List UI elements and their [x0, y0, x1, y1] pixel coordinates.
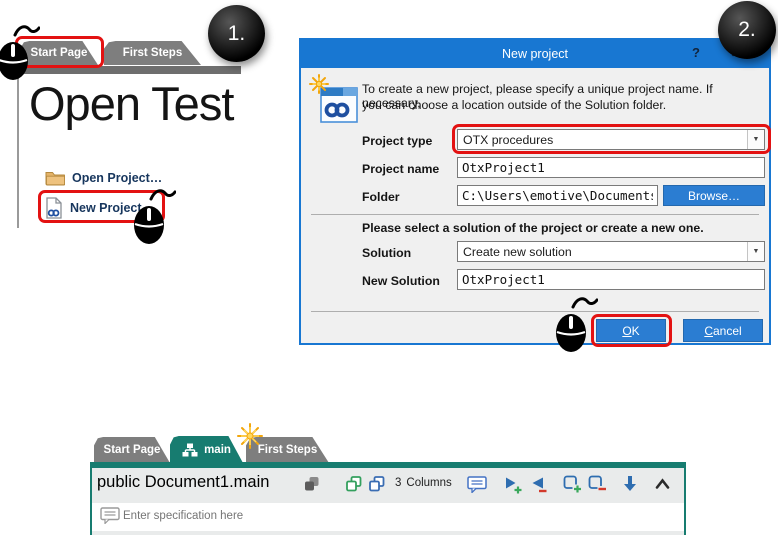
ok-button-label: OK [622, 324, 639, 338]
mouse-cursor-icon [130, 188, 176, 246]
stacked-squares-gray-icon[interactable] [303, 475, 321, 493]
new-solution-input[interactable] [457, 269, 765, 290]
tab-editor-start-page-label: Start Page [104, 444, 161, 456]
project-type-value: OTX procedures [463, 133, 553, 147]
new-project-window-icon [309, 74, 359, 128]
stacked-squares-blue-icon[interactable] [368, 475, 386, 493]
dialog-titlebar[interactable]: New project ? ✕ [301, 40, 769, 68]
step-1-badge: 1. [208, 5, 265, 62]
dropdown-arrow-icon[interactable]: ▼ [747, 242, 764, 261]
mouse-cursor-icon [0, 24, 40, 82]
down-arrow-icon[interactable] [622, 474, 638, 492]
new-project-document-icon [45, 197, 63, 219]
specification-comment-icon [100, 507, 121, 524]
tab-editor-main-label: main [204, 444, 231, 456]
browse-button-label: Browse… [688, 189, 740, 203]
procedure-signature: public Document1.main [97, 473, 269, 492]
comment-icon[interactable] [467, 476, 488, 493]
add-node-icon[interactable] [504, 476, 523, 494]
stacked-squares-green-icon[interactable] [345, 475, 363, 493]
new-project-dialog: New project ? ✕ To create a new project,… [299, 38, 771, 345]
dialog-separator [311, 214, 759, 215]
start-page-title: Open Test [29, 76, 233, 131]
folder-label: Folder [362, 190, 400, 204]
browse-button[interactable]: Browse… [663, 185, 765, 206]
add-frame-icon[interactable] [563, 475, 582, 493]
solution-value: Create new solution [463, 245, 572, 259]
dialog-intro-line2: you can choose a location outside of the… [362, 98, 666, 112]
help-button[interactable]: ? [687, 45, 705, 60]
columns-count: 3 [395, 477, 401, 489]
dialog-separator [311, 311, 759, 312]
tab-first-steps[interactable]: First Steps [104, 41, 201, 65]
ok-button[interactable]: OK [596, 319, 666, 342]
remove-node-icon[interactable] [529, 476, 548, 494]
tab-first-steps-label: First Steps [123, 47, 182, 59]
dropdown-arrow-icon[interactable]: ▼ [747, 130, 764, 149]
tutorial-screenshot: { "colors": { "titlebar_blue": "#1877d2"… [0, 0, 778, 535]
project-name-input[interactable] [457, 157, 765, 178]
cancel-button[interactable]: Cancel [683, 319, 763, 342]
cancel-button-label: Cancel [704, 324, 741, 338]
specification-placeholder[interactable]: Enter specification here [123, 510, 243, 522]
tab-editor-main[interactable]: main [170, 436, 243, 463]
remove-frame-icon[interactable] [588, 475, 607, 493]
step-2-badge: 2. [718, 1, 776, 59]
start-tabstrip-bar [17, 66, 241, 74]
solution-combobox[interactable]: Create new solution ▼ [457, 241, 765, 262]
project-type-label: Project type [362, 134, 432, 148]
folder-icon [45, 170, 65, 186]
columns-indicator[interactable]: 3 Columns [395, 477, 452, 489]
new-solution-label: New Solution [362, 274, 440, 288]
project-name-label: Project name [362, 162, 439, 176]
folder-input[interactable] [457, 185, 658, 206]
open-project-label: Open Project… [72, 171, 162, 185]
mouse-cursor-icon [552, 296, 598, 354]
collapse-chevron-icon[interactable] [655, 478, 670, 489]
solution-hint: Please select a solution of the project … [362, 221, 704, 235]
open-project-link[interactable]: Open Project… [45, 170, 162, 186]
solution-label: Solution [362, 246, 411, 260]
tab-editor-start-page[interactable]: Start Page [94, 437, 170, 463]
procedure-tree-icon [182, 443, 198, 457]
project-type-combobox[interactable]: OTX procedures ▼ [457, 129, 765, 150]
tab-editor-first-steps-label: First Steps [258, 444, 317, 456]
columns-label: Columns [406, 477, 451, 489]
starburst-icon [237, 423, 263, 449]
